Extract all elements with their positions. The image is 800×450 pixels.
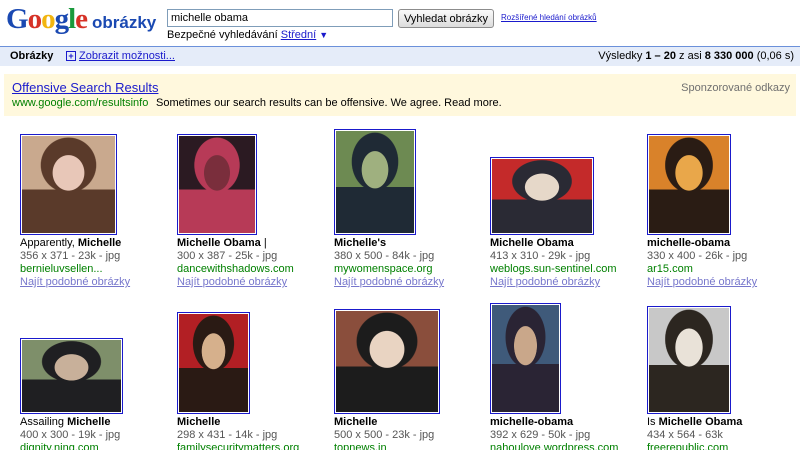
result-caption: Assailing Michelle 400 x 300 - 19k - jpg d… [20, 416, 120, 450]
search-button[interactable]: Vyhledat obrázky [398, 9, 494, 28]
result-title[interactable]: Michelle's [334, 237, 444, 250]
sponsored-label: Sponzorované odkazy [681, 82, 790, 94]
result-domain: freerepublic.com [647, 442, 729, 450]
result-thumbnail[interactable] [177, 134, 257, 235]
result-domain: bernieluvsellen... [20, 263, 103, 275]
result-title[interactable]: Assailing Michelle [20, 416, 120, 429]
find-similar-link[interactable]: Najít podobné obrázky [177, 276, 294, 289]
result-title[interactable]: michelle-obama [490, 416, 618, 429]
result-title[interactable]: Michelle Obama | [177, 237, 294, 250]
dropdown-arrow-icon[interactable]: ▼ [319, 30, 328, 40]
result-title[interactable]: Apparently, Michelle [20, 237, 130, 250]
result-meta: 300 x 387 - 25k - jpg [177, 250, 278, 262]
result-meta: 500 x 500 - 23k - jpg [334, 429, 435, 441]
result-caption: Michelle 500 x 500 - 23k - jpg topnews.in [334, 416, 434, 450]
result-domain: mywomenspace.org [334, 263, 433, 275]
result-domain: dignity.ning.com [20, 442, 99, 450]
result-domain: weblogs.sun-sentinel.com [490, 263, 617, 275]
portrait-photo [649, 308, 729, 412]
result-caption: Apparently, Michelle 356 x 371 - 23k - jp… [20, 237, 130, 289]
show-options-link[interactable]: + Zobrazit možnosti... [66, 50, 175, 62]
result-meta: 434 x 564 - 63k [647, 429, 723, 441]
result-caption: michelle-obama 392 x 629 - 50k - jpg nahou… [490, 416, 618, 450]
results-bar: Obrázky + Zobrazit možnosti... Výsledky … [0, 46, 800, 66]
safe-search: Bezpečné vyhledávání Střední ▼ [167, 29, 328, 41]
portrait-photo [492, 305, 559, 412]
find-similar-link[interactable]: Najít podobné obrázky [334, 276, 444, 289]
result-meta: 298 x 431 - 14k - jpg [177, 429, 278, 441]
portrait-photo [336, 131, 414, 233]
portrait-photo [179, 314, 248, 412]
portrait-photo [22, 136, 115, 233]
result-caption: Michelle Obama | 300 x 387 - 25k - jpg dan… [177, 237, 294, 289]
result-caption: Michelle Obama 413 x 310 - 29k - jpg weblo… [490, 237, 617, 289]
portrait-photo [336, 311, 438, 412]
logo-text: Google [6, 3, 88, 35]
result-title[interactable]: Michelle Obama [490, 237, 617, 250]
results-count: Výsledky 1 – 20 z asi 8 330 000 (0,06 s) [598, 50, 794, 62]
result-title[interactable]: Michelle [177, 416, 299, 429]
find-similar-link[interactable]: Najít podobné obrázky [647, 276, 757, 289]
result-thumbnail[interactable] [490, 303, 561, 414]
find-similar-link[interactable]: Najít podobné obrázky [490, 276, 617, 289]
sponsored-ad: Offensive Search Results www.google.com/… [4, 74, 796, 116]
result-title[interactable]: Michelle [334, 416, 434, 429]
portrait-photo [649, 136, 729, 233]
result-thumbnail[interactable] [334, 309, 440, 414]
result-thumbnail[interactable] [20, 134, 117, 235]
result-caption: Michelle 298 x 431 - 14k - jpg familysecur… [177, 416, 299, 450]
result-thumbnail[interactable] [647, 306, 731, 414]
result-domain: nahoulove.wordpress.com [490, 442, 619, 450]
result-meta: 356 x 371 - 23k - jpg [20, 250, 121, 262]
result-meta: 380 x 500 - 84k - jpg [334, 250, 435, 262]
result-domain: topnews.in [334, 442, 387, 450]
result-domain: dancewithshadows.com [177, 263, 294, 275]
search-input[interactable] [167, 9, 393, 27]
result-meta: 330 x 400 - 26k - jpg [647, 250, 748, 262]
portrait-photo [492, 159, 592, 233]
find-similar-link[interactable]: Najít podobné obrázky [20, 276, 130, 289]
safe-search-level-link[interactable]: Střední [281, 29, 316, 41]
google-images-logo[interactable]: Google obrázky [6, 3, 156, 37]
plus-icon[interactable]: + [66, 51, 76, 61]
ad-text: Sometimes our search results can be offe… [156, 97, 502, 109]
header: Google obrázky Vyhledat obrázky Rozšířen… [0, 0, 800, 44]
result-thumbnail[interactable] [20, 338, 123, 414]
result-caption: michelle-obama 330 x 400 - 26k - jpg ar15.… [647, 237, 757, 289]
result-title[interactable]: michelle-obama [647, 237, 757, 250]
result-thumbnail[interactable] [490, 157, 594, 235]
show-options-label[interactable]: Zobrazit možnosti... [79, 50, 175, 62]
result-meta: 400 x 300 - 19k - jpg [20, 429, 121, 441]
result-domain: familysecuritymatters.org [177, 442, 300, 450]
result-meta: 413 x 310 - 29k - jpg [490, 250, 591, 262]
result-thumbnail[interactable] [647, 134, 731, 235]
portrait-photo [22, 340, 121, 412]
result-caption: Is Michelle Obama 434 x 564 - 63k freerepu… [647, 416, 742, 450]
section-title: Obrázky [10, 50, 54, 62]
logo-subtitle: obrázky [92, 13, 157, 32]
result-meta: 392 x 629 - 50k - jpg [490, 429, 591, 441]
ad-url: www.google.com/resultsinfo [12, 97, 149, 109]
ad-title-link[interactable]: Offensive Search Results [12, 80, 158, 95]
result-caption: Michelle's 380 x 500 - 84k - jpg mywomensp… [334, 237, 444, 289]
advanced-search-link[interactable]: Rozšířené hledání obrázků [501, 13, 597, 22]
result-title[interactable]: Is Michelle Obama [647, 416, 742, 429]
result-thumbnail[interactable] [334, 129, 416, 235]
safe-search-label: Bezpečné vyhledávání [167, 29, 278, 41]
portrait-photo [179, 136, 255, 233]
result-thumbnail[interactable] [177, 312, 250, 414]
result-domain: ar15.com [647, 263, 693, 275]
